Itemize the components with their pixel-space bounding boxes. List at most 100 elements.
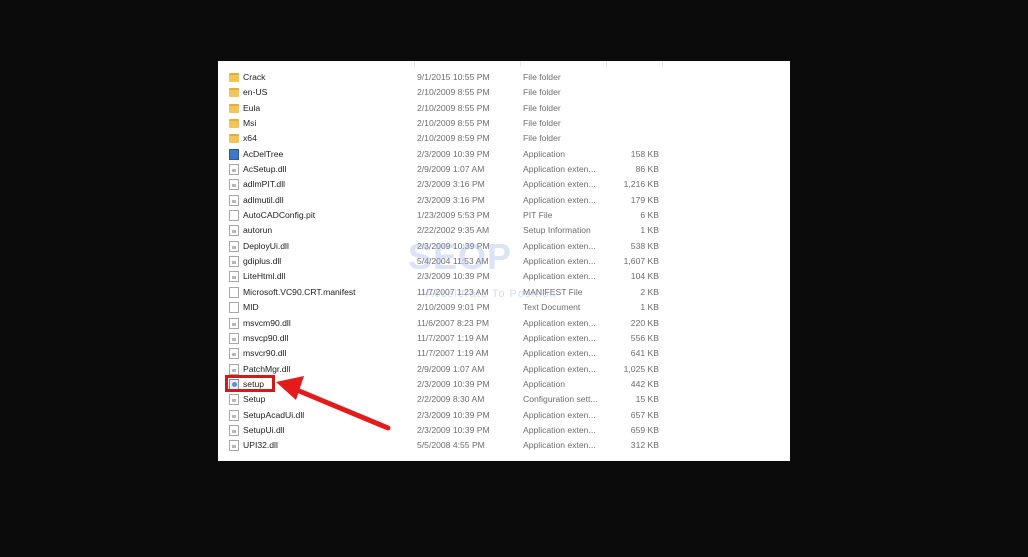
file-size: 538 KB xyxy=(630,240,659,251)
app-icon xyxy=(229,148,239,160)
column-divider[interactable] xyxy=(414,61,415,67)
file-date-modified: 2/10/2009 8:55 PM xyxy=(417,102,490,113)
file-size: 1,025 KB xyxy=(623,363,659,374)
file-size: 1,607 KB xyxy=(623,256,659,267)
dll-icon xyxy=(229,424,239,436)
file-type: Setup Information xyxy=(523,225,591,236)
dll-icon xyxy=(229,164,239,176)
file-type: File folder xyxy=(523,118,561,129)
file-row-gdiplus-dll[interactable]: gdiplus.dll 5/4/2004 11:53 AM Application … xyxy=(218,254,790,269)
file-name: msvcr90.dll xyxy=(243,348,287,359)
file-size: 104 KB xyxy=(630,271,659,282)
file-row-microsoft-vc90-crt-manifest[interactable]: Microsoft.VC90.CRT.manifest 11/7/2007 1:2… xyxy=(218,285,790,300)
file-name: Msi xyxy=(243,118,257,129)
file-name: AcDelTree xyxy=(243,148,284,159)
file-type: Application xyxy=(523,378,566,389)
file-date-modified: 2/3/2009 10:39 PM xyxy=(417,271,490,282)
file-size: 556 KB xyxy=(630,332,659,343)
file-type: MANIFEST File xyxy=(523,286,583,297)
file-type: File folder xyxy=(523,133,561,144)
file-date-modified: 2/9/2009 1:07 AM xyxy=(417,363,485,374)
file-date-modified: 2/10/2009 8:59 PM xyxy=(417,133,490,144)
file-type: Application exten... xyxy=(523,440,596,451)
file-size: 641 KB xyxy=(630,348,659,359)
file-name: MID xyxy=(243,302,259,313)
file-row-upi32-dll[interactable]: UPI32.dll 5/5/2008 4:55 PM Application ext… xyxy=(218,438,790,453)
file-date-modified: 2/10/2009 8:55 PM xyxy=(417,87,490,98)
file-name: Eula xyxy=(243,102,261,113)
file-row-autocadconfig-pit[interactable]: AutoCADConfig.pit 1/23/2009 5:53 PM PIT Fi… xyxy=(218,208,790,223)
file-row-msi[interactable]: Msi 2/10/2009 8:55 PM File folder xyxy=(218,116,790,131)
file-type: File folder xyxy=(523,87,561,98)
file-row-litehtml-dll[interactable]: LiteHtml.dll 2/3/2009 10:39 PM Application… xyxy=(218,269,790,284)
file-date-modified: 2/2/2009 8:30 AM xyxy=(417,394,485,405)
settings-file-icon xyxy=(229,394,239,406)
file-size: 659 KB xyxy=(630,424,659,435)
file-name: Microsoft.VC90.CRT.manifest xyxy=(243,286,356,297)
file-name: UPI32.dll xyxy=(243,440,278,451)
file-size: 442 KB xyxy=(630,378,659,389)
folder-icon xyxy=(229,134,239,144)
file-type: File folder xyxy=(523,102,561,113)
dll-icon xyxy=(229,409,239,421)
dll-icon xyxy=(229,256,239,268)
file-type: Application exten... xyxy=(523,194,596,205)
file-row-acdeltree[interactable]: AcDelTree 2/3/2009 10:39 PM Application 158… xyxy=(218,147,790,162)
file-name: LiteHtml.dll xyxy=(243,271,286,282)
file-name: Crack xyxy=(243,72,266,82)
file-date-modified: 2/3/2009 10:39 PM xyxy=(417,378,490,389)
file-row-adlmpit-dll[interactable]: adlmPIT.dll 2/3/2009 3:16 PM Application e… xyxy=(218,177,790,192)
file-date-modified: 2/3/2009 10:39 PM xyxy=(417,409,490,420)
file-type: Text Document xyxy=(523,302,581,313)
file-type: Application xyxy=(523,148,566,159)
file-name: adlmPIT.dll xyxy=(243,179,286,190)
file-size: 15 KB xyxy=(635,394,659,405)
dll-icon xyxy=(229,194,239,206)
file-row-deployui-dll[interactable]: DeployUi.dll 2/3/2009 10:39 PM Application… xyxy=(218,239,790,254)
file-row-crack[interactable]: Crack 9/1/2015 10:55 PM File folder xyxy=(218,70,790,85)
file-name: DeployUi.dll xyxy=(243,240,289,251)
file-name: x64 xyxy=(243,133,257,144)
file-row-acsetup-dll[interactable]: AcSetup.dll 2/9/2009 1:07 AM Application e… xyxy=(218,162,790,177)
file-date-modified: 2/3/2009 10:39 PM xyxy=(417,424,490,435)
file-type: Application exten... xyxy=(523,363,596,374)
file-size: 179 KB xyxy=(630,194,659,205)
file-row-msvcm90-dll[interactable]: msvcm90.dll 11/6/2007 8:23 PM Application … xyxy=(218,316,790,331)
dll-icon xyxy=(229,363,239,375)
file-name: AcSetup.dll xyxy=(243,164,287,175)
file-date-modified: 11/7/2007 1:23 AM xyxy=(417,286,489,297)
file-row-eula[interactable]: Eula 2/10/2009 8:55 PM File folder xyxy=(218,101,790,116)
file-type: Application exten... xyxy=(523,409,596,420)
column-divider[interactable] xyxy=(520,61,521,67)
file-row-en-us[interactable]: en-US 2/10/2009 8:55 PM File folder xyxy=(218,85,790,100)
setup-highlight-box xyxy=(225,375,275,392)
file-row-mid[interactable]: MID 2/10/2009 9:01 PM Text Document 1 KB xyxy=(218,300,790,315)
file-name: msvcp90.dll xyxy=(243,332,289,343)
file-type: PIT File xyxy=(523,210,553,221)
folder-icon xyxy=(229,73,239,82)
file-date-modified: 5/4/2004 11:53 AM xyxy=(417,256,489,267)
file-row-msvcr90-dll[interactable]: msvcr90.dll 11/7/2007 1:19 AM Application … xyxy=(218,346,790,361)
file-name: autorun xyxy=(243,225,273,236)
column-divider[interactable] xyxy=(606,61,607,67)
column-divider[interactable] xyxy=(662,61,663,67)
file-type: Application exten... xyxy=(523,256,596,267)
file-row-adlmutil-dll[interactable]: adlmutil.dll 2/3/2009 3:16 PM Application … xyxy=(218,193,790,208)
file-type: Application exten... xyxy=(523,271,596,282)
file-type: Application exten... xyxy=(523,317,596,328)
file-name: adlmutil.dll xyxy=(243,194,284,205)
file-name: msvcm90.dll xyxy=(243,317,291,328)
file-row-x64[interactable]: x64 2/10/2009 8:59 PM File folder xyxy=(218,131,790,146)
file-row-autorun[interactable]: autorun 2/22/2002 9:35 AM Setup Informatio… xyxy=(218,223,790,238)
file-size: 1 KB xyxy=(640,225,659,236)
folder-icon xyxy=(229,119,239,129)
file-size: 220 KB xyxy=(630,317,659,328)
settings-file-icon xyxy=(229,225,239,237)
file-type: File folder xyxy=(523,72,561,82)
file-row-msvcp90-dll[interactable]: msvcp90.dll 11/7/2007 1:19 AM Application … xyxy=(218,331,790,346)
file-type: Application exten... xyxy=(523,179,596,190)
dll-icon xyxy=(229,317,239,329)
file-type: Application exten... xyxy=(523,164,596,175)
file-name: en-US xyxy=(243,87,268,98)
file-size: 657 KB xyxy=(630,409,659,420)
